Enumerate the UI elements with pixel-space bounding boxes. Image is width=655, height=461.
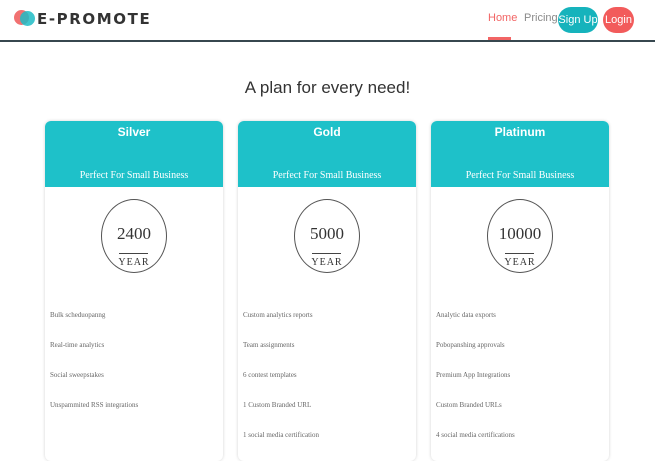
feature-list: Analytic data exports Pobopanshing appro… <box>436 311 606 461</box>
feature-item: Team assignments <box>243 341 295 349</box>
plan-subtitle: Perfect For Small Business <box>272 170 382 181</box>
price-divider <box>119 253 148 254</box>
price-divider <box>505 253 534 254</box>
plan-name: Silver <box>117 125 151 139</box>
feature-list: Custom analytics reports Team assignment… <box>243 311 413 461</box>
feature-item: Social sweepstakes <box>50 371 104 379</box>
feature-list: Bulk scheduopanng Real-time analytics So… <box>50 311 220 431</box>
price-divider <box>312 253 341 254</box>
logo-text: E-PROMOTE <box>37 10 152 28</box>
page-title: A plan for every need! <box>244 78 411 97</box>
active-nav-indicator <box>488 37 511 40</box>
logo[interactable]: E-PROMOTE <box>14 9 151 29</box>
nav-home-link[interactable]: Home <box>488 12 517 24</box>
feature-item: Real-time analytics <box>50 341 105 349</box>
plan-card-silver: Silver Perfect For Small Business 2400 Y… <box>45 121 223 461</box>
plan-card-header: Silver Perfect For Small Business <box>45 121 223 187</box>
feature-item: 1 Custom Branded URL <box>243 401 312 409</box>
plan-subtitle: Perfect For Small Business <box>79 170 189 181</box>
price-value: 5000 <box>310 224 344 243</box>
price-period: YEAR <box>311 257 343 268</box>
feature-item: Pobopanshing approvals <box>436 341 505 349</box>
top-navbar: E-PROMOTE Home Pricing Sign Up Login <box>0 0 655 42</box>
sign-up-button[interactable]: Sign Up <box>558 7 598 33</box>
feature-item: Premium App Integrations <box>436 371 511 379</box>
price-value: 10000 <box>498 224 542 243</box>
feature-item: Custom analytics reports <box>243 311 313 319</box>
plan-card-header: Platinum Perfect For Small Business <box>431 121 609 187</box>
plan-name: Gold <box>313 125 341 139</box>
login-button[interactable]: Login <box>603 7 634 33</box>
price-period: YEAR <box>118 257 150 268</box>
feature-item: 1 social media certification <box>243 431 319 439</box>
plan-card-gold: Gold Perfect For Small Business 5000 YEA… <box>238 121 416 461</box>
plan-name: Platinum <box>494 125 546 139</box>
feature-item: Bulk scheduopanng <box>50 311 106 319</box>
plan-card-header: Gold Perfect For Small Business <box>238 121 416 187</box>
nav-pricing-link[interactable]: Pricing <box>524 12 558 24</box>
price-badge: 5000 YEAR <box>294 199 360 273</box>
feature-item: Custom Branded URLs <box>436 401 502 409</box>
feature-item: Analytic data exports <box>436 311 496 319</box>
price-badge: 2400 YEAR <box>101 199 167 273</box>
feature-item: Unspammited RSS integrations <box>50 401 139 409</box>
logo-icon <box>14 10 36 28</box>
price-period: YEAR <box>504 257 536 268</box>
price-value: 2400 <box>117 224 151 243</box>
feature-item: 6 contest templates <box>243 371 297 379</box>
plan-card-platinum: Platinum Perfect For Small Business 1000… <box>431 121 609 461</box>
price-badge: 10000 YEAR <box>487 199 553 273</box>
plan-subtitle: Perfect For Small Business <box>465 170 575 181</box>
feature-item: 4 social media certifications <box>436 431 515 439</box>
